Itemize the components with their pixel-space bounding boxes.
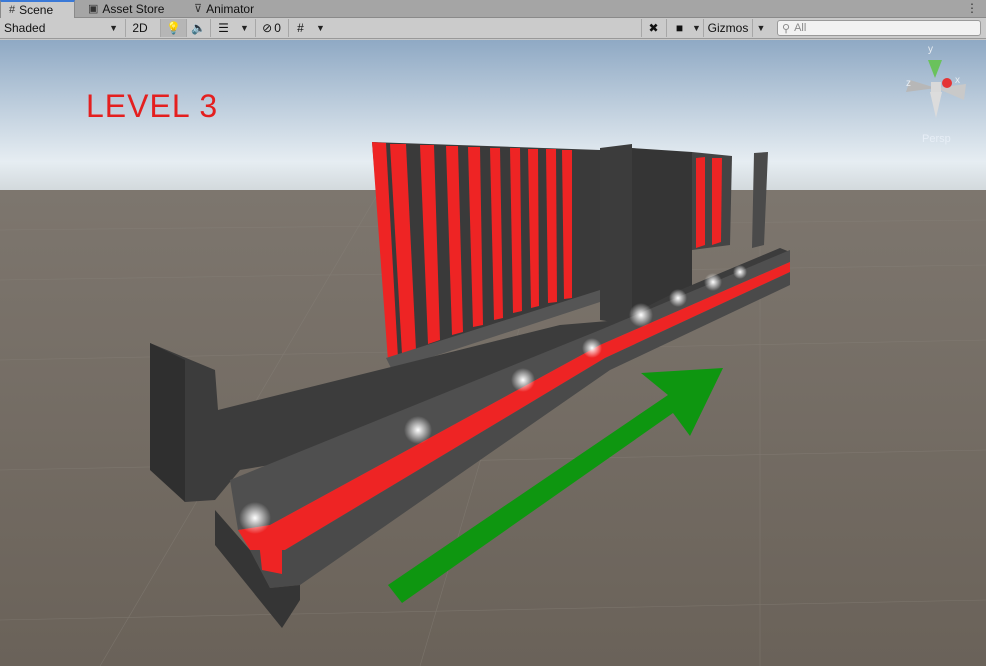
camera-dropdown[interactable]: ▼ — [691, 19, 702, 37]
camera-button[interactable]: ■ — [666, 19, 692, 37]
tab-asset-store-label: Asset Store — [102, 1, 165, 16]
chevron-down-icon: ▼ — [109, 23, 118, 33]
grid-dropdown[interactable]: ▼ — [312, 19, 329, 37]
gizmo-center-cube[interactable] — [931, 82, 941, 92]
scene-visibility-button[interactable]: ⊘ 0 — [255, 19, 287, 37]
camera-icon: ■ — [675, 21, 684, 35]
level-title-annotation: LEVEL 3 — [86, 88, 219, 124]
grid-toggle-button[interactable]: # — [288, 19, 312, 37]
gizmos-dropdown[interactable]: ▼ — [752, 19, 769, 37]
tab-animator-label: Animator — [206, 1, 255, 16]
x-axis-cone[interactable] — [942, 78, 952, 88]
scene-viewport[interactable]: LEVEL 3 y x z Persp — [0, 40, 986, 666]
gizmo-z-label: z — [906, 78, 911, 89]
audio-toggle-button[interactable]: 🔈 — [186, 19, 210, 37]
more-options-icon[interactable]: ⋮ — [966, 0, 978, 17]
tools-icon: ✖ — [648, 21, 659, 35]
search-icon: ⚲ — [782, 22, 791, 35]
tab-bar: # Scene ▣ Asset Store ⊽ Animator ⋮ — [0, 0, 986, 18]
2d-toggle-label: 2D — [132, 21, 148, 35]
speaker-icon: 🔈 — [191, 21, 206, 35]
gizmos-label: Gizmos — [707, 21, 749, 35]
lighting-toggle-button[interactable]: 💡 — [160, 19, 186, 37]
hidden-eye-icon: ⊘ — [262, 21, 273, 35]
animator-icon: ⊽ — [194, 3, 203, 15]
search-input[interactable]: ⚲ All — [777, 20, 981, 36]
gizmos-button[interactable]: Gizmos — [703, 19, 752, 37]
tab-asset-store[interactable]: ▣ Asset Store — [80, 0, 176, 17]
gizmo-y-label: y — [928, 44, 933, 55]
projection-label[interactable]: Persp — [922, 133, 951, 145]
2d-toggle-button[interactable]: 2D — [125, 19, 154, 37]
tab-animator[interactable]: ⊽ Animator — [186, 0, 270, 17]
effects-dropdown[interactable]: ▼ — [236, 19, 253, 37]
tools-button[interactable]: ✖ — [641, 19, 665, 37]
draw-mode-dropdown[interactable]: Shaded ▼ — [0, 19, 122, 37]
tab-scene[interactable]: # Scene — [0, 0, 75, 18]
store-bag-icon: ▣ — [88, 3, 99, 15]
hidden-count: 0 — [274, 21, 281, 35]
scene-render — [0, 40, 986, 666]
chevron-down-icon: ▼ — [240, 23, 249, 33]
scene-toolbar: Shaded ▼ 2D 💡 🔈 ☰ ▼ ⊘ 0 # ▼ ✖ ■ ▼ Gizmos… — [0, 18, 986, 39]
grid-snap-icon: # — [297, 21, 304, 35]
chevron-down-icon: ▼ — [692, 23, 701, 33]
chevron-down-icon: ▼ — [316, 23, 325, 33]
effects-toggle-button[interactable]: ☰ — [210, 19, 236, 37]
chevron-down-icon: ▼ — [756, 23, 766, 33]
draw-mode-value: Shaded — [4, 21, 46, 35]
lightbulb-icon: 💡 — [166, 21, 181, 35]
search-placeholder: All — [794, 22, 807, 34]
gizmo-x-label: x — [955, 75, 960, 86]
grid-icon: # — [9, 4, 16, 16]
tab-scene-label: Scene — [19, 3, 54, 17]
layers-icon: ☰ — [218, 21, 229, 35]
